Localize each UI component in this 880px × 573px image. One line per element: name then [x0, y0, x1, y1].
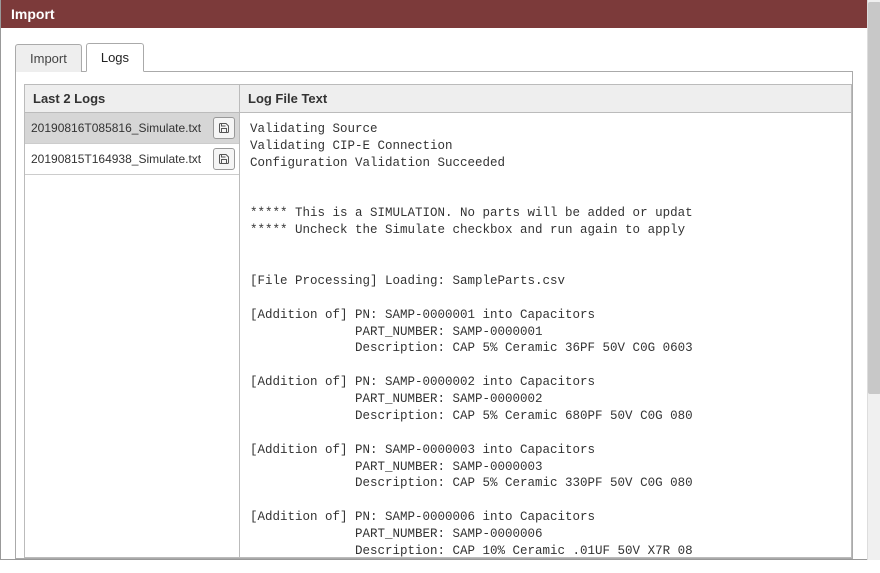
log-text-pane: Log File Text Validating Source Validati… — [240, 84, 852, 558]
window-title-bar: Import — [1, 0, 867, 28]
save-icon[interactable] — [213, 148, 235, 170]
scrollbar[interactable] — [867, 0, 880, 560]
window-title: Import — [11, 6, 55, 22]
content-area: Import Logs Last 2 Logs 20190816T085816_… — [1, 28, 867, 559]
log-item-filename: 20190815T164938_Simulate.txt — [31, 152, 209, 166]
save-icon[interactable] — [213, 117, 235, 139]
log-item[interactable]: 20190815T164938_Simulate.txt — [25, 144, 239, 175]
log-text-body[interactable]: Validating Source Validating CIP-E Conne… — [240, 113, 851, 557]
tab-row: Import Logs — [15, 42, 853, 72]
log-text-header: Log File Text — [240, 85, 851, 113]
log-items: 20190816T085816_Simulate.txt 20190815T — [25, 113, 239, 557]
log-list: Last 2 Logs 20190816T085816_Simulate.txt — [24, 84, 240, 558]
log-item[interactable]: 20190816T085816_Simulate.txt — [25, 113, 239, 144]
log-item-filename: 20190816T085816_Simulate.txt — [31, 121, 209, 135]
import-window: Import Import Logs Last 2 Logs 20190816T… — [0, 0, 868, 560]
tab-import[interactable]: Import — [15, 44, 82, 72]
logs-panel: Last 2 Logs 20190816T085816_Simulate.txt — [15, 72, 853, 559]
scrollbar-thumb[interactable] — [868, 2, 880, 394]
tab-logs[interactable]: Logs — [86, 43, 144, 72]
log-list-header: Last 2 Logs — [25, 85, 239, 113]
